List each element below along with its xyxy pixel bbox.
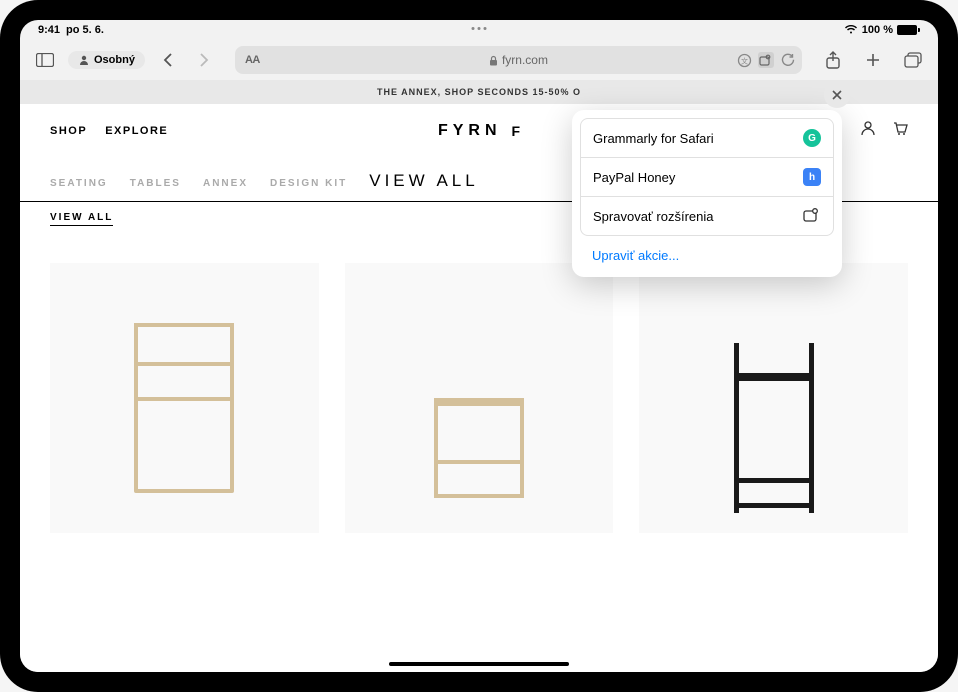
lock-icon	[489, 55, 498, 66]
category-view-all[interactable]: VIEW ALL	[369, 171, 478, 191]
ipad-device-frame: 9:41 po 5. 6. 100 % Osob	[0, 0, 958, 692]
category-design-kit[interactable]: DESIGN KIT	[270, 178, 347, 189]
extensions-popover: Grammarly for Safari G PayPal Honey h Sp…	[572, 110, 842, 277]
nav-shop[interactable]: SHOP	[50, 125, 87, 137]
nav-explore[interactable]: EXPLORE	[105, 125, 168, 137]
status-date: po 5. 6.	[66, 24, 104, 36]
new-tab-icon[interactable]	[860, 47, 886, 73]
url-text: fyrn.com	[502, 53, 548, 67]
account-icon[interactable]	[860, 120, 876, 141]
puzzle-icon	[803, 207, 821, 225]
reader-aa-button[interactable]: AA	[245, 54, 260, 66]
honey-icon: h	[803, 168, 821, 186]
forward-button[interactable]	[191, 47, 217, 73]
category-tables[interactable]: TABLES	[130, 178, 181, 189]
screen: 9:41 po 5. 6. 100 % Osob	[20, 20, 938, 672]
product-image	[134, 323, 234, 493]
category-seating[interactable]: SEATING	[50, 178, 108, 189]
status-time: 9:41	[38, 24, 60, 36]
product-card[interactable]	[639, 263, 908, 533]
profile-label: Osobný	[94, 54, 135, 66]
extension-item-honey[interactable]: PayPal Honey h	[581, 158, 833, 197]
logo-mark: F	[512, 123, 521, 139]
extension-label: Spravovať rozšírenia	[593, 209, 714, 224]
safari-toolbar: Osobný AA fyrn.com 文	[20, 40, 938, 80]
home-indicator[interactable]	[389, 662, 569, 666]
logo-text: FYRN	[438, 122, 502, 140]
extension-label: PayPal Honey	[593, 170, 675, 185]
sidebar-toggle-icon[interactable]	[32, 47, 58, 73]
url-bar[interactable]: AA fyrn.com 文	[235, 46, 802, 74]
close-icon[interactable]	[824, 82, 850, 108]
category-annex[interactable]: ANNEX	[203, 178, 248, 189]
edit-actions-link[interactable]: Upraviť akcie...	[580, 236, 834, 269]
extensions-icon[interactable]	[758, 52, 774, 68]
promo-banner[interactable]: THE ANNEX, SHOP SECONDS 15-50% O	[20, 80, 938, 104]
product-card[interactable]	[50, 263, 319, 533]
grammarly-icon: G	[803, 129, 821, 147]
share-icon[interactable]	[820, 47, 846, 73]
translate-icon[interactable]: 文	[736, 52, 752, 68]
subcategory-view-all[interactable]: VIEW ALL	[50, 212, 113, 226]
svg-text:文: 文	[741, 56, 748, 65]
product-grid	[20, 233, 938, 533]
reload-icon[interactable]	[780, 52, 796, 68]
tabs-overview-icon[interactable]	[900, 47, 926, 73]
product-image	[434, 398, 524, 498]
extension-label: Grammarly for Safari	[593, 131, 714, 146]
manage-extensions-item[interactable]: Spravovať rozšírenia	[581, 197, 833, 235]
status-battery-text: 100 %	[862, 24, 893, 36]
person-icon	[78, 54, 90, 66]
product-image	[734, 343, 814, 513]
back-button[interactable]	[155, 47, 181, 73]
extensions-list: Grammarly for Safari G PayPal Honey h Sp…	[580, 118, 834, 236]
profile-button[interactable]: Osobný	[68, 51, 145, 69]
cart-icon[interactable]	[892, 120, 908, 141]
product-card[interactable]	[345, 263, 614, 533]
multitask-dots[interactable]	[472, 27, 487, 30]
wifi-icon	[844, 24, 858, 37]
battery-icon	[897, 25, 920, 35]
site-logo[interactable]: FYRN F	[438, 122, 520, 140]
extension-item-grammarly[interactable]: Grammarly for Safari G	[581, 119, 833, 158]
status-bar: 9:41 po 5. 6. 100 %	[20, 20, 938, 40]
